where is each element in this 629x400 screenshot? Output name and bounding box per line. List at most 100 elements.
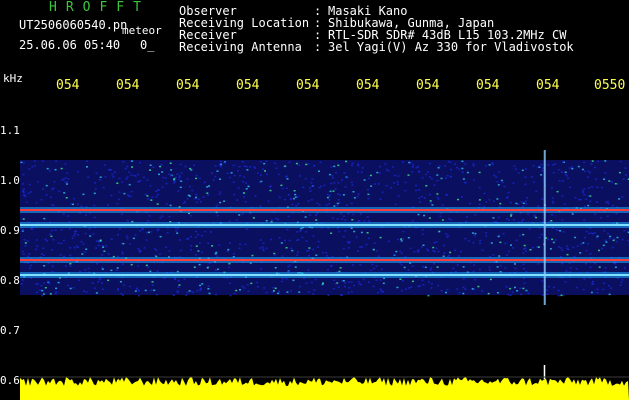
noise-speck — [178, 284, 181, 286]
noise-speck — [66, 172, 69, 174]
noise-speck — [69, 265, 72, 267]
noise-speck — [195, 174, 198, 177]
noise-speck — [263, 287, 266, 289]
noise-speck — [430, 178, 433, 180]
noise-speck — [594, 262, 597, 265]
noise-speck — [496, 198, 499, 200]
noise-speck — [512, 219, 515, 221]
noise-speck — [472, 241, 475, 244]
noise-speck — [427, 249, 430, 252]
noise-speck — [278, 237, 281, 239]
noise-speck — [590, 163, 593, 165]
noise-speck — [520, 201, 523, 203]
noise-speck — [230, 172, 233, 174]
noise-speck — [146, 195, 149, 197]
noise-speck — [577, 198, 580, 201]
noise-speck — [510, 215, 512, 217]
noise-speck — [485, 235, 488, 237]
noise-speck — [616, 236, 619, 239]
noise-speck — [514, 168, 517, 170]
noise-speck — [247, 290, 250, 292]
noise-speck — [269, 189, 272, 192]
noise-speck — [284, 165, 287, 167]
noise-speck — [88, 228, 91, 230]
noise-speck — [611, 181, 614, 183]
noise-speck — [216, 268, 219, 271]
noise-speck — [499, 241, 502, 244]
noise-speck — [175, 230, 178, 232]
noise-speck — [116, 267, 119, 269]
time-tick-label: 0550 — [594, 78, 626, 93]
noise-speck — [295, 162, 298, 165]
noise-speck — [498, 255, 501, 257]
noise-speck — [572, 246, 575, 249]
noise-speck — [117, 234, 120, 236]
noise-speck — [600, 186, 603, 189]
noise-speck — [313, 289, 316, 291]
noise-speck — [379, 279, 382, 281]
noise-speck — [529, 249, 532, 251]
noise-speck — [457, 198, 459, 201]
noise-speck — [24, 242, 27, 244]
noise-speck — [437, 250, 440, 253]
noise-speck — [201, 234, 204, 237]
noise-speck — [150, 231, 153, 233]
noise-speck — [401, 289, 403, 292]
noise-speck — [151, 284, 154, 286]
noise-speck — [448, 254, 451, 257]
noise-speck — [227, 248, 230, 251]
noise-speck — [378, 172, 381, 174]
noise-speck — [582, 191, 585, 194]
noise-speck — [421, 177, 424, 179]
noise-speck — [22, 162, 25, 164]
noise-speck — [192, 291, 194, 293]
noise-speck — [99, 176, 102, 178]
noise-speck — [541, 280, 544, 282]
noise-speck — [97, 244, 100, 247]
noise-speck — [481, 249, 484, 251]
noise-speck — [503, 185, 506, 188]
noise-speck — [228, 266, 231, 269]
noise-speck — [93, 287, 96, 289]
noise-speck — [472, 270, 475, 273]
noise-speck — [337, 199, 340, 201]
noise-speck — [22, 194, 25, 196]
noise-speck — [117, 288, 119, 290]
noise-speck — [531, 247, 534, 249]
noise-speck — [517, 172, 520, 174]
noise-speck — [347, 242, 350, 244]
noise-speck — [144, 193, 147, 196]
noise-speck — [101, 288, 104, 290]
noise-speck — [238, 166, 241, 168]
noise-speck — [348, 287, 351, 289]
noise-speck — [41, 160, 44, 162]
noise-speck — [187, 237, 190, 240]
noise-speck — [596, 201, 598, 203]
noise-speck — [429, 269, 432, 271]
noise-speck — [46, 167, 49, 170]
noise-speck — [379, 198, 382, 200]
noise-speck — [315, 219, 318, 221]
noise-speck — [464, 288, 467, 290]
noise-speck — [22, 228, 24, 231]
noise-speck — [250, 282, 253, 285]
noise-speck — [245, 188, 248, 190]
noise-speck — [444, 165, 447, 167]
noise-speck — [602, 244, 605, 247]
noise-speck — [344, 230, 347, 232]
noise-speck — [198, 263, 201, 266]
time-tick-label: 054 — [536, 78, 560, 93]
noise-speck — [422, 284, 425, 286]
noise-speck — [69, 247, 72, 249]
noise-speck — [196, 290, 199, 292]
noise-speck — [244, 201, 247, 203]
noise-speck — [341, 179, 344, 181]
noise-speck — [63, 255, 65, 258]
noise-speck — [566, 245, 569, 247]
noise-speck — [285, 277, 288, 280]
noise-speck — [33, 160, 36, 162]
noise-speck — [469, 202, 472, 205]
noise-speck — [440, 289, 443, 292]
noise-speck — [604, 172, 607, 174]
noise-speck — [28, 253, 31, 255]
